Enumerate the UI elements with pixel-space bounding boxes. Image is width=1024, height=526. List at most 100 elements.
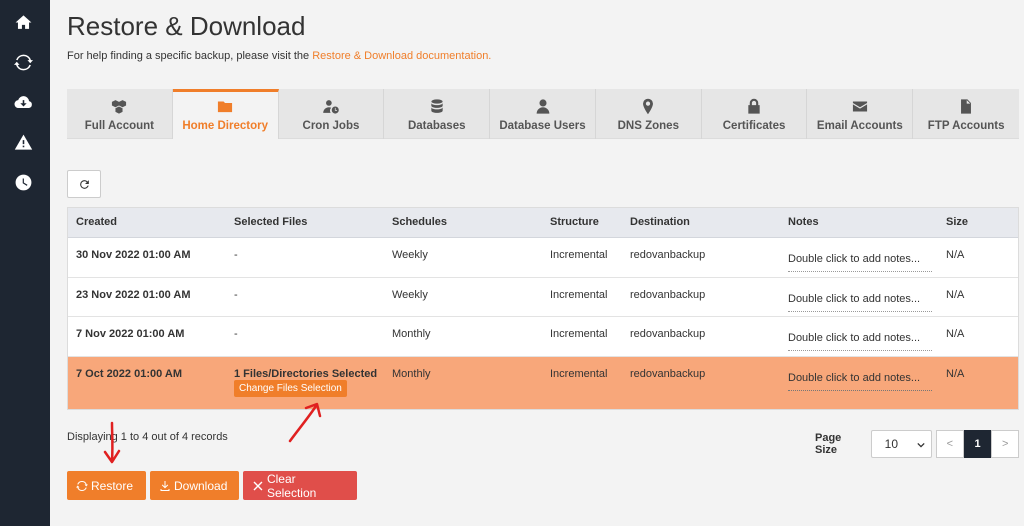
cloud-download-icon[interactable]	[12, 91, 34, 113]
download-label: Download	[174, 478, 228, 493]
annotation-arrow-restore	[103, 421, 121, 464]
refresh-icon	[79, 179, 89, 189]
file-icon	[961, 99, 972, 114]
envelope-icon	[852, 101, 867, 112]
column-selected-files[interactable]: Selected Files	[234, 216, 307, 228]
refresh-button[interactable]	[67, 170, 101, 198]
tab-databases[interactable]: Databases	[384, 89, 491, 139]
pagination: Page Size 10 < 1 >	[815, 430, 1020, 458]
structure-cell: Incremental	[550, 367, 608, 380]
tab-full-account[interactable]: Full Account	[67, 89, 173, 139]
size-cell: N/A	[946, 249, 965, 261]
table-row-selected[interactable]: 7 Oct 2022 01:00 AM 1 Files/Directories …	[68, 356, 1018, 409]
backup-type-tabs: Full Account Home Directory Cron Jobs Da…	[67, 89, 1019, 139]
restore-button[interactable]: Restore	[67, 471, 146, 500]
database-icon	[431, 99, 443, 113]
home-icon[interactable]	[12, 11, 34, 33]
column-notes[interactable]: Notes	[788, 216, 819, 228]
tab-dns-zones[interactable]: DNS Zones	[596, 89, 702, 139]
schedule-cell: Monthly	[392, 328, 431, 340]
created-cell: 7 Oct 2022 01:00 AM	[76, 367, 182, 380]
tab-label: DNS Zones	[617, 120, 679, 132]
clear-selection-button[interactable]: Clear Selection	[243, 471, 357, 500]
page-size-value: 10	[884, 437, 899, 451]
size-cell: N/A	[946, 328, 965, 340]
map-marker-icon	[643, 98, 654, 115]
tab-email-accounts[interactable]: Email Accounts	[807, 89, 914, 139]
documentation-link[interactable]: Restore & Download documentation.	[312, 50, 491, 62]
next-page-button[interactable]: >	[991, 430, 1020, 458]
warning-icon[interactable]	[12, 131, 34, 153]
tab-label: Database Users	[499, 120, 586, 132]
tab-label: FTP Accounts	[927, 120, 1005, 132]
structure-cell: Incremental	[550, 288, 608, 301]
tab-certificates[interactable]: Certificates	[702, 89, 808, 139]
column-created[interactable]: Created	[76, 216, 117, 228]
schedule-cell: Weekly	[392, 249, 428, 261]
user-clock-icon	[323, 100, 339, 114]
schedule-cell: Monthly	[392, 367, 431, 380]
tab-database-users[interactable]: Database Users	[490, 89, 596, 139]
cubes-icon	[112, 100, 127, 114]
destination-cell: redovanbackup	[630, 249, 706, 261]
tab-label: Email Accounts	[816, 120, 903, 132]
schedule-cell: Weekly	[392, 288, 428, 301]
download-icon	[160, 480, 170, 491]
page-size-label: Page Size	[815, 432, 842, 456]
backups-table: Created Selected Files Schedules Structu…	[67, 207, 1019, 410]
structure-cell: Incremental	[550, 328, 608, 340]
table-row[interactable]: 30 Nov 2022 01:00 AM - Weekly Incrementa…	[68, 238, 1018, 278]
created-cell: 23 Nov 2022 01:00 AM	[76, 288, 191, 301]
clock-icon[interactable]	[12, 171, 34, 193]
tab-label: Cron Jobs	[302, 120, 360, 132]
lock-icon	[748, 98, 760, 114]
selected-files-cell: -	[234, 288, 238, 301]
page-size-select[interactable]: 10	[870, 430, 933, 458]
help-prefix: For help finding a specific backup, plea…	[67, 50, 313, 62]
page-title: Restore & Download	[67, 11, 306, 41]
size-cell: N/A	[946, 288, 965, 301]
prev-page-button[interactable]: <	[936, 430, 964, 458]
column-schedules[interactable]: Schedules	[392, 216, 447, 228]
chevron-down-icon	[917, 442, 925, 448]
structure-cell: Incremental	[550, 249, 608, 261]
tab-label: Certificates	[722, 120, 786, 132]
restore-label: Restore	[91, 478, 134, 493]
sync-icon[interactable]	[12, 51, 34, 73]
column-destination[interactable]: Destination	[630, 216, 690, 228]
created-cell: 7 Nov 2022 01:00 AM	[76, 328, 185, 340]
destination-cell: redovanbackup	[630, 288, 706, 301]
tab-ftp-accounts[interactable]: FTP Accounts	[913, 89, 1019, 139]
tab-label: Home Directory	[182, 120, 268, 132]
selected-files-cell: 1 Files/Directories Selected	[234, 367, 378, 380]
action-buttons: Restore Download Clear Selection	[67, 471, 361, 500]
column-size[interactable]: Size	[946, 216, 968, 228]
table-row[interactable]: 7 Nov 2022 01:00 AM - Monthly Incrementa…	[68, 317, 1018, 357]
table-row[interactable]: 23 Nov 2022 01:00 AM - Weekly Incrementa…	[68, 278, 1018, 317]
change-files-selection-button[interactable]: Change Files Selection	[234, 379, 347, 397]
selected-files-cell: -	[234, 328, 238, 340]
folder-icon	[218, 101, 233, 113]
download-button[interactable]: Download	[150, 471, 239, 500]
notes-field[interactable]: Double click to add notes...	[788, 332, 932, 351]
created-cell: 30 Nov 2022 01:00 AM	[76, 249, 191, 261]
destination-cell: redovanbackup	[630, 328, 706, 340]
page-1-button[interactable]: 1	[963, 430, 992, 458]
tab-cron-jobs[interactable]: Cron Jobs	[279, 89, 385, 139]
tab-home-directory[interactable]: Home Directory	[172, 89, 279, 139]
help-text: For help finding a specific backup, plea…	[67, 50, 491, 62]
destination-cell: redovanbackup	[630, 367, 706, 380]
sidebar	[0, 0, 50, 526]
notes-field[interactable]: Double click to add notes...	[788, 253, 932, 272]
records-count: Displaying 1 to 4 out of 4 records	[67, 431, 228, 443]
clear-selection-label: Clear Selection	[266, 471, 317, 500]
close-icon	[253, 481, 263, 490]
column-structure[interactable]: Structure	[550, 216, 599, 228]
size-cell: N/A	[946, 367, 965, 380]
selected-files-cell: -	[234, 249, 238, 261]
sync-icon	[76, 480, 88, 491]
user-icon	[536, 99, 549, 114]
tab-label: Databases	[407, 120, 466, 132]
notes-field[interactable]: Double click to add notes...	[788, 372, 932, 391]
notes-field[interactable]: Double click to add notes...	[788, 293, 932, 312]
